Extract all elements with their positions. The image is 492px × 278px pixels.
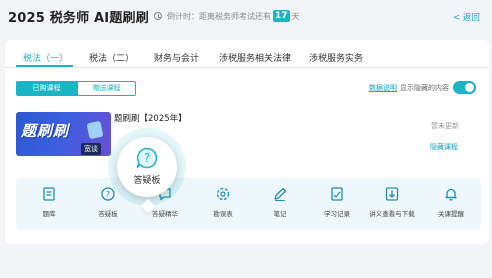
- clock-icon: [154, 12, 162, 20]
- tool-label: 关课提醒: [438, 210, 464, 218]
- course-title[interactable]: 题刷刷【2025年】: [114, 112, 187, 124]
- study-record-icon: [331, 187, 343, 201]
- course-toolbar: 题库 ? 答疑板 答疑精华 勘误表 笔记 学习记录 讲义查看与下载 关课提醒: [16, 178, 481, 230]
- tool-label: 勘误表: [213, 210, 233, 218]
- exam-countdown: 倒计时：距离税务师考试还有 17 天: [154, 10, 300, 22]
- course-thumbnail[interactable]: 题刷刷 宽谈: [16, 112, 111, 156]
- tab-tax-practice[interactable]: 涉税服务实务: [309, 51, 363, 64]
- qa-board-bubble: ? 答疑板: [117, 137, 177, 214]
- thumbnail-title: 题刷刷: [21, 122, 70, 140]
- bubble-label: 答疑板: [133, 176, 161, 186]
- question-bubble-icon: ?: [136, 147, 158, 169]
- back-link[interactable]: < 返回: [453, 11, 480, 23]
- qa-board-highlight[interactable]: ? 答疑板: [108, 128, 186, 214]
- subject-tabs: 税法（一） 税法（二） 财务与会计 涉税服务相关法律 涉税服务实务: [5, 40, 489, 68]
- hide-course-link[interactable]: 隐藏课程: [430, 142, 458, 152]
- countdown-suffix: 天: [291, 11, 300, 21]
- svg-text:?: ?: [144, 151, 150, 165]
- tool-notes[interactable]: 笔记: [255, 186, 305, 218]
- data-info-link[interactable]: 数据说明: [369, 83, 397, 93]
- tab-tax-law-1[interactable]: 税法（一）: [23, 51, 68, 64]
- tool-question-bank[interactable]: 题库: [24, 186, 74, 218]
- update-status: 暂未更新: [431, 122, 459, 130]
- svg-text:?: ?: [106, 190, 110, 199]
- purchased-courses-button[interactable]: 已购课程: [16, 81, 77, 96]
- toggle-knob: [465, 83, 474, 92]
- bell-icon: [445, 188, 457, 201]
- tab-finance-accounting[interactable]: 财务与会计: [154, 51, 199, 64]
- download-icon: [385, 187, 399, 201]
- show-hidden-toggle[interactable]: [453, 81, 476, 94]
- notes-icon: [274, 187, 287, 202]
- tool-course-reminder[interactable]: 关课提醒: [426, 186, 476, 218]
- tool-label: 讲义查看与下载: [369, 210, 415, 218]
- question-bank-icon: [43, 187, 55, 201]
- tool-study-record[interactable]: 学习记录: [312, 186, 362, 218]
- countdown-prefix: 倒计时：距离税务师考试还有: [167, 11, 271, 21]
- errata-icon: [216, 187, 230, 201]
- app-title: 2025 税务师 AI题刷刷: [8, 11, 149, 26]
- header: 2025 税务师 AI题刷刷 倒计时：距离税务师考试还有 17 天 < 返回: [0, 0, 492, 34]
- thumbnail-badge: 宽谈: [81, 143, 101, 155]
- tool-label: 答疑板: [98, 210, 118, 218]
- course-card: 税法（一） 税法（二） 财务与会计 涉税服务相关法律 涉税服务实务 已购课程 赠…: [5, 40, 489, 244]
- tab-tax-law-2[interactable]: 税法（二）: [89, 51, 134, 64]
- active-tab-indicator: [16, 65, 73, 67]
- countdown-days: 17: [273, 10, 290, 22]
- tab-tax-related-law[interactable]: 涉税服务相关法律: [219, 51, 291, 64]
- show-hidden-label: 显示隐藏的内容: [400, 84, 449, 92]
- tool-errata[interactable]: 勘误表: [198, 186, 248, 218]
- gifted-courses-button[interactable]: 赠送课程: [77, 81, 136, 96]
- thumbnail-decoration: [86, 120, 104, 140]
- tool-label: 学习记录: [324, 210, 350, 218]
- tool-label: 笔记: [273, 210, 287, 218]
- tool-handout-download[interactable]: 讲义查看与下载: [367, 186, 417, 218]
- tool-label: 题库: [42, 210, 56, 218]
